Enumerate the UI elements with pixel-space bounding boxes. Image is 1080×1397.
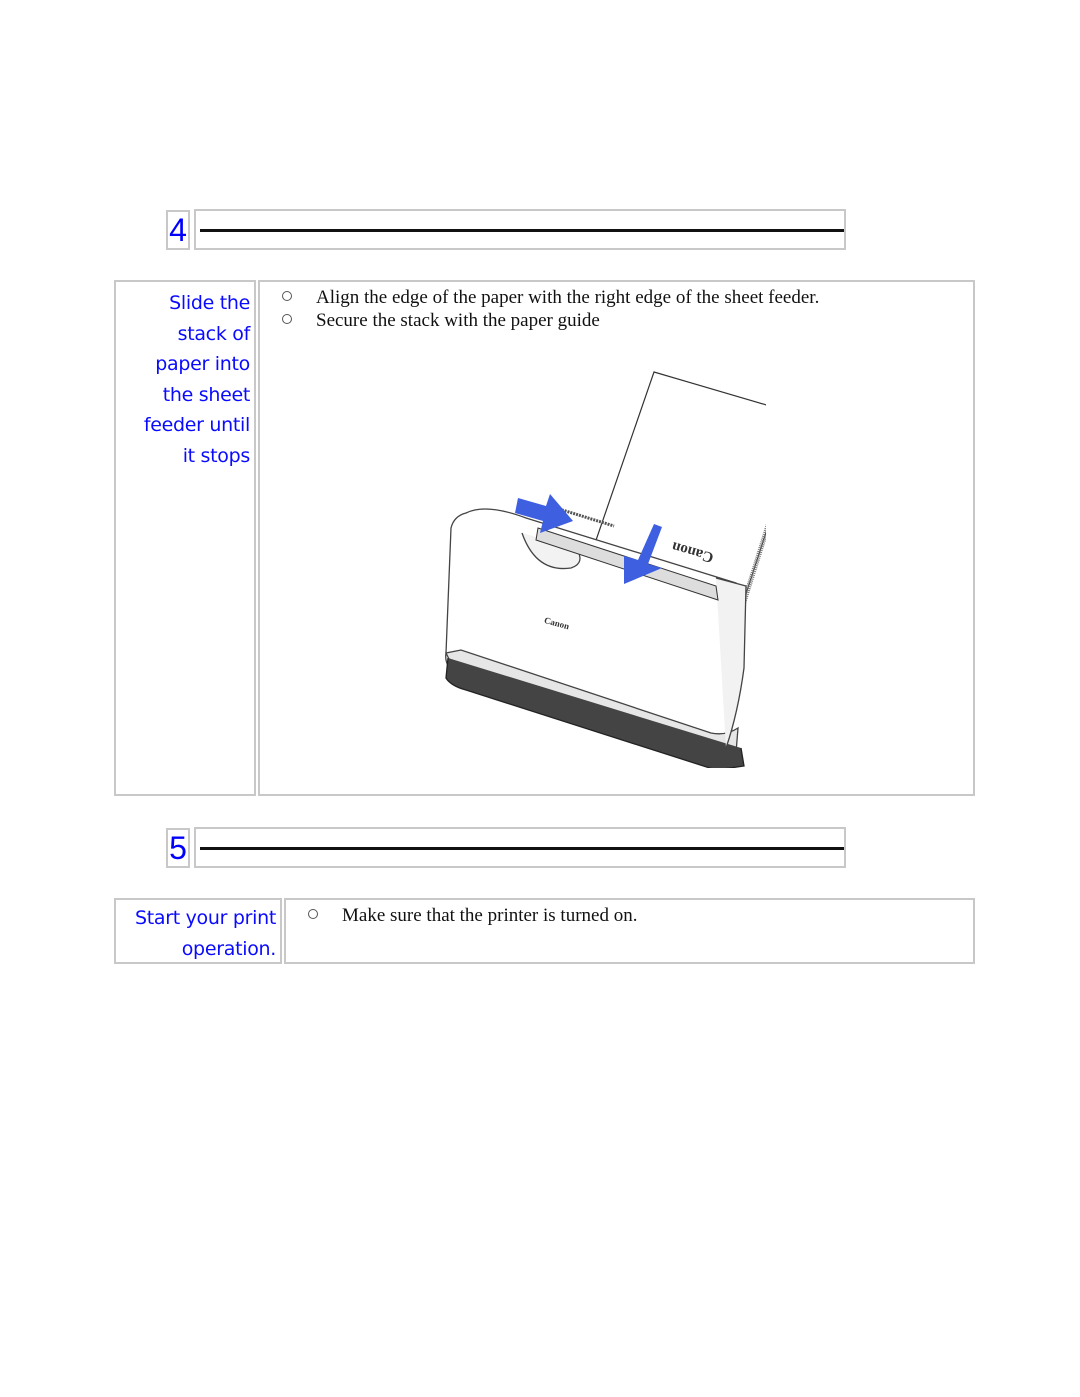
step-4-bullet-list: Align the edge of the paper with the rig… xyxy=(260,286,973,332)
step-4-instruction-line: the sheet xyxy=(162,383,251,406)
step-4-instruction-cell: Slide the stack of paper into the sheet … xyxy=(114,280,256,796)
bullet-item: Secure the stack with the paper guide xyxy=(260,309,973,332)
step-4-instruction-line: feeder until xyxy=(143,414,250,436)
step-5-instruction-line: operation. xyxy=(181,937,277,960)
step-5-number: 5 xyxy=(169,830,187,866)
step-4-number: 4 xyxy=(169,212,187,248)
step-5-divider xyxy=(200,847,844,850)
step-5-number-box: 5 xyxy=(166,828,190,868)
step-5-bullet-list: Make sure that the printer is turned on. xyxy=(286,904,973,927)
step-4-instruction-line: Slide the xyxy=(169,292,250,314)
step-4-divider xyxy=(200,229,844,232)
step-5-content-cell: Make sure that the printer is turned on. xyxy=(284,898,975,964)
step-4-instruction-line: it stops xyxy=(182,444,251,467)
step-4-header-rule-box xyxy=(194,209,846,250)
step-4-number-box: 4 xyxy=(166,210,190,250)
step-5-instruction-cell: Start your print operation. xyxy=(114,898,282,964)
circle-bullet-icon xyxy=(308,909,318,919)
step-4-instruction-line: stack of xyxy=(177,322,251,345)
step-4-instruction-line: paper into xyxy=(155,353,250,375)
bullet-item: Make sure that the printer is turned on. xyxy=(286,904,973,927)
step-5-header-rule-box xyxy=(194,827,846,868)
circle-bullet-icon xyxy=(282,314,292,324)
circle-bullet-icon xyxy=(282,291,292,301)
bullet-item: Align the edge of the paper with the rig… xyxy=(260,286,973,309)
step-4-content-cell: Align the edge of the paper with the rig… xyxy=(258,280,975,796)
printer-illustration: Canon Canon xyxy=(445,371,766,768)
step-5-instruction-line: Start your print xyxy=(134,907,276,929)
